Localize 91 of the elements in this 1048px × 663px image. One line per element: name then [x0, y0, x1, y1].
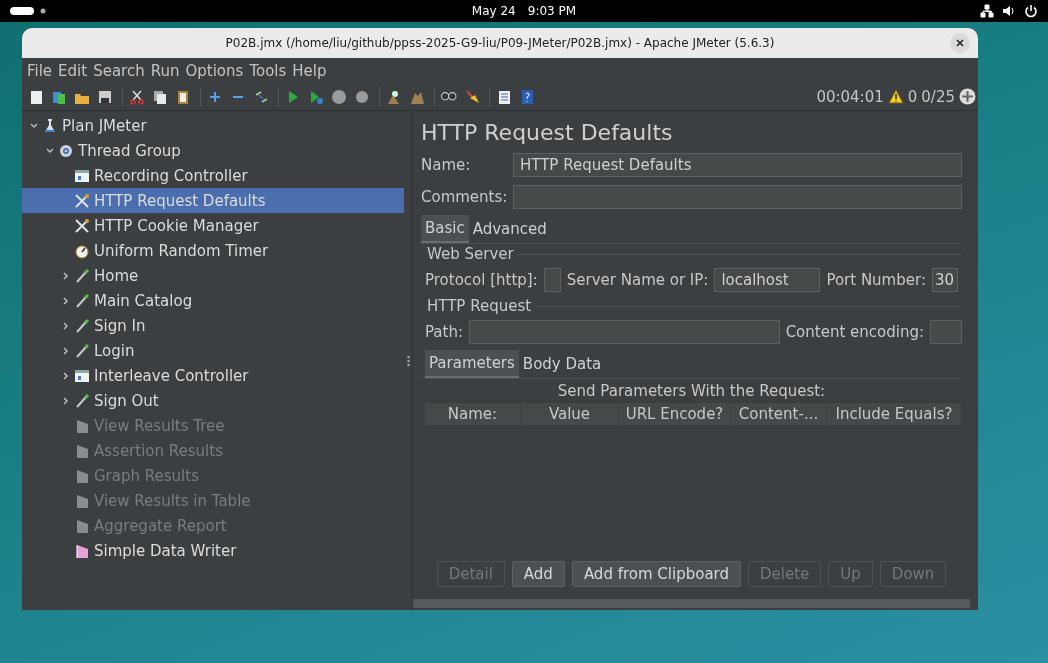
- window-title: P02B.jmx (/home/liu/github/ppss-2025-G9-liu/P09-JMeter/P02B.jmx) - Apache JMeter (5.6.3): [225, 36, 775, 50]
- field-label: Path:: [425, 323, 463, 341]
- window-icon: [74, 167, 90, 184]
- pipette-icon: [74, 392, 90, 409]
- pipette-icon: [74, 317, 90, 334]
- pipette-icon: [74, 292, 90, 309]
- close-icon: [956, 39, 964, 47]
- tree-item[interactable]: Main Catalog: [22, 288, 404, 313]
- section-title: HTTP Request: [427, 297, 532, 315]
- chevron-right-icon: [61, 345, 71, 356]
- clock-text: 9:03 PM: [527, 4, 577, 18]
- name-field[interactable]: HTTP Request Defaults: [513, 153, 962, 177]
- chevron-right-icon: [61, 370, 71, 381]
- new-file-icon: [28, 88, 44, 105]
- window-icon: [74, 367, 90, 384]
- tree-item[interactable]: HTTP Request Defaults: [22, 188, 404, 213]
- column-header[interactable]: Name:: [425, 403, 521, 425]
- action-button[interactable]: Add from Clipboard: [571, 561, 741, 587]
- copy-icon: [152, 88, 168, 105]
- crossed-tools-icon: [74, 217, 90, 234]
- field-label: Content encoding:: [785, 323, 924, 341]
- crossed-tools-icon: [74, 192, 90, 209]
- field-label: Comments:: [421, 188, 508, 206]
- tree-item[interactable]: Sign In: [22, 313, 404, 338]
- warning-icon: [887, 89, 904, 104]
- chevron-right-icon: [61, 395, 71, 406]
- volume-icon[interactable]: [1002, 4, 1016, 18]
- pipette-icon: [74, 267, 90, 284]
- server-field[interactable]: localhost: [714, 268, 821, 292]
- activities-icon[interactable]: [10, 7, 48, 15]
- tab[interactable]: Parameters: [425, 350, 519, 378]
- tab[interactable]: Basic: [421, 215, 469, 243]
- field-label: Port Number:: [826, 271, 926, 289]
- chevron-down-icon: [29, 120, 39, 131]
- chevron-right-icon: [61, 320, 71, 331]
- tree-item[interactable]: Home: [22, 263, 404, 288]
- elapsed-time: 00:04:01: [816, 87, 884, 106]
- tree-item[interactable]: Plan JMeter: [22, 113, 404, 138]
- tree-item[interactable]: Thread Group: [22, 138, 404, 163]
- scissors-icon: [129, 88, 145, 105]
- tree-item[interactable]: Login: [22, 338, 404, 363]
- tree-item[interactable]: Uniform Random Timer: [22, 238, 404, 263]
- clipboard-icon: [175, 88, 191, 105]
- save-icon: [97, 88, 113, 105]
- chevron-right-icon: [61, 270, 71, 281]
- table-caption: Send Parameters With the Request:: [556, 381, 827, 402]
- menu-item[interactable]: Options: [182, 61, 247, 80]
- column-header[interactable]: Include Equals?: [827, 403, 962, 425]
- tree-item[interactable]: HTTP Cookie Manager: [22, 213, 404, 238]
- chevron-right-icon: [61, 295, 71, 306]
- action-button[interactable]: Add: [511, 561, 565, 587]
- thread-count: 0/25: [921, 87, 955, 106]
- splitter-handle[interactable]: [406, 354, 410, 367]
- column-header[interactable]: Value: [521, 403, 619, 425]
- section-title: Web Server: [427, 245, 514, 263]
- protocol-field[interactable]: [543, 268, 561, 292]
- tree-item[interactable]: Interleave Controller: [22, 363, 404, 388]
- comments-field[interactable]: [513, 185, 962, 209]
- menu-item[interactable]: Edit: [55, 61, 91, 80]
- close-button[interactable]: [950, 33, 970, 53]
- menu-item[interactable]: Help: [289, 61, 330, 80]
- column-header[interactable]: URL Encode?: [619, 403, 731, 425]
- tree-item[interactable]: Simple Data Writer: [22, 538, 404, 563]
- help-icon: [519, 88, 535, 105]
- list-icon: [496, 88, 512, 105]
- flask-icon: [42, 117, 58, 134]
- tree-item[interactable]: Recording Controller: [22, 163, 404, 188]
- horizontal-scrollbar[interactable]: [413, 599, 970, 608]
- stopwatch-icon: [74, 242, 90, 259]
- menu-item[interactable]: Search: [90, 61, 148, 80]
- network-icon[interactable]: [980, 4, 994, 18]
- field-label: Name:: [421, 156, 472, 174]
- menu-item[interactable]: Run: [147, 61, 183, 80]
- minus-icon: [233, 95, 243, 98]
- menu-item[interactable]: Tools: [246, 61, 290, 80]
- power-icon[interactable]: [1024, 4, 1038, 18]
- tab[interactable]: Advanced: [468, 215, 551, 243]
- warning-count: 0: [907, 87, 918, 106]
- menu-item[interactable]: File: [24, 61, 56, 80]
- date-text: May 24: [471, 4, 516, 18]
- path-field[interactable]: [469, 320, 780, 344]
- tab[interactable]: Body Data: [518, 350, 606, 378]
- field-label: Server Name or IP:: [566, 271, 709, 289]
- encoding-field[interactable]: [930, 320, 962, 344]
- column-header[interactable]: Content-...: [731, 403, 827, 425]
- port-field[interactable]: 30: [931, 268, 958, 292]
- chevron-down-icon: [45, 145, 55, 156]
- panel-title: HTTP Request Defaults: [421, 118, 674, 147]
- field-label: Protocol [http]:: [425, 271, 538, 289]
- pipette-icon: [74, 342, 90, 359]
- tree-item[interactable]: Sign Out: [22, 388, 404, 413]
